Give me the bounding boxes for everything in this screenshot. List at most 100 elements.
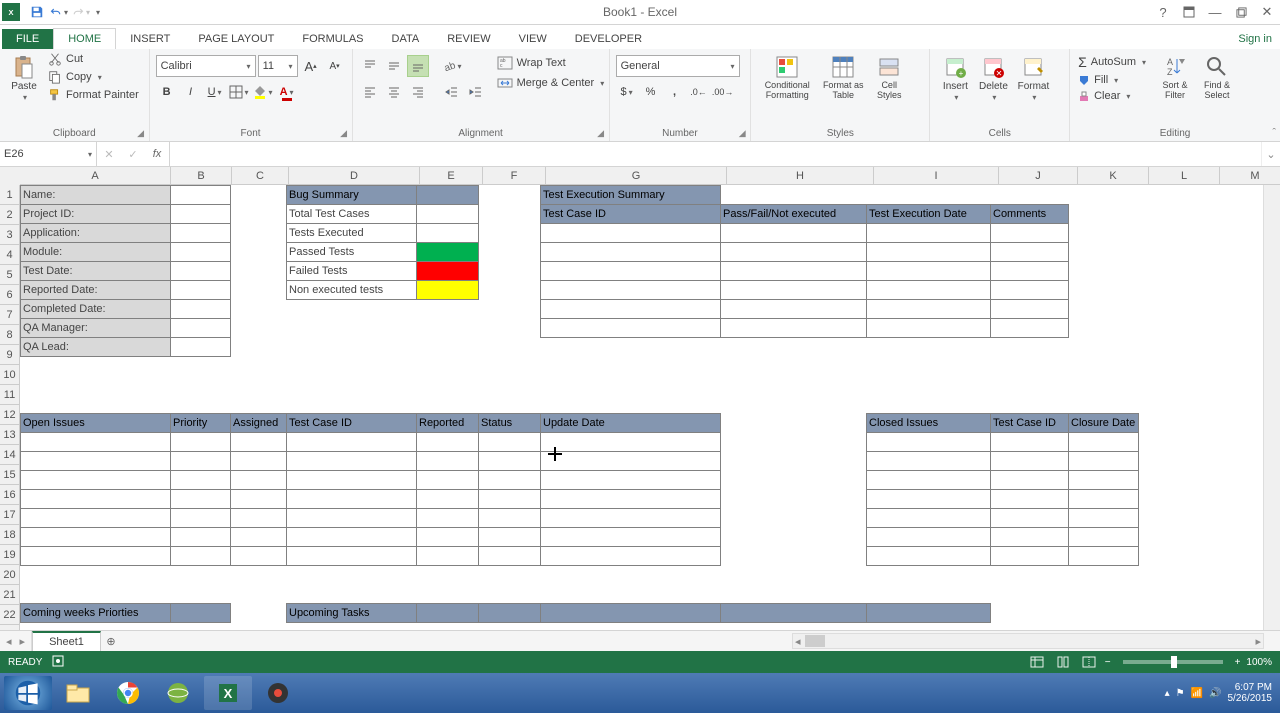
open-issues-cell[interactable] <box>540 451 721 471</box>
upcoming-tasks-header[interactable]: Upcoming Tasks <box>286 603 417 623</box>
conditional-formatting-button[interactable]: Conditional Formatting <box>757 51 817 101</box>
row-header-5[interactable]: 5 <box>0 265 20 285</box>
test-exec-cell[interactable] <box>720 261 867 281</box>
shrink-font-icon[interactable]: A▾ <box>324 55 346 77</box>
enter-formula-icon[interactable]: ✓ <box>121 148 145 161</box>
info-value[interactable] <box>170 185 231 205</box>
closed-issues-cell[interactable] <box>1068 470 1139 490</box>
maximize-icon[interactable] <box>1228 2 1254 22</box>
font-size-combo[interactable]: 11▾ <box>258 55 298 77</box>
col-header-K[interactable]: K <box>1078 167 1149 185</box>
bug-row-label[interactable]: Total Test Cases <box>286 204 417 224</box>
info-value[interactable] <box>170 223 231 243</box>
col-header-J[interactable]: J <box>999 167 1078 185</box>
minimize-icon[interactable]: — <box>1202 2 1228 22</box>
closed-issues-cell[interactable] <box>1068 451 1139 471</box>
test-exec-cell[interactable] <box>866 223 991 243</box>
open-issues-cell[interactable] <box>286 451 417 471</box>
closed-issues-cell[interactable] <box>1068 489 1139 509</box>
open-issues-cell[interactable] <box>478 546 541 566</box>
closed-issues-cell[interactable] <box>990 432 1069 452</box>
row-header-21[interactable]: 21 <box>0 585 20 605</box>
open-issues-header[interactable]: Update Date <box>540 413 721 433</box>
test-exec-header[interactable]: Comments <box>990 204 1069 224</box>
redo-icon[interactable]: ▾ <box>72 3 90 21</box>
closed-issues-cell[interactable] <box>866 489 991 509</box>
open-issues-header[interactable]: Test Case ID <box>286 413 417 433</box>
info-label[interactable]: Completed Date: <box>20 299 171 319</box>
open-issues-cell[interactable] <box>170 546 231 566</box>
test-exec-cell[interactable] <box>990 223 1069 243</box>
help-icon[interactable]: ? <box>1150 2 1176 22</box>
coming-weeks-header[interactable]: Coming weeks Priorties <box>20 603 171 623</box>
closed-issues-cell[interactable] <box>1068 432 1139 452</box>
tab-formulas[interactable]: FORMULAS <box>288 29 377 49</box>
name-box[interactable]: E26▾ <box>0 142 97 166</box>
column-headers[interactable]: ABCDEFGHIJKLM <box>20 167 1280 185</box>
sheet-nav-buttons[interactable]: ◂▸ <box>0 631 32 651</box>
decrease-decimal-icon[interactable]: .00→ <box>712 81 734 103</box>
info-value[interactable] <box>170 318 231 338</box>
open-issues-cell[interactable] <box>416 451 479 471</box>
cut-button[interactable]: Cut <box>46 51 141 67</box>
taskbar-chrome-icon[interactable] <box>104 676 152 710</box>
open-issues-header[interactable]: Reported <box>416 413 479 433</box>
number-launcher-icon[interactable]: ◢ <box>736 127 748 139</box>
alignment-launcher-icon[interactable]: ◢ <box>595 127 607 139</box>
align-right-icon[interactable] <box>407 81 429 103</box>
closed-issues-cell[interactable] <box>866 470 991 490</box>
upcoming-tasks-col[interactable] <box>478 603 541 623</box>
col-header-D[interactable]: D <box>289 167 420 185</box>
row-headers[interactable]: 123456789101112131415161718192021222324 <box>0 185 20 630</box>
open-issues-cell[interactable] <box>20 470 171 490</box>
open-issues-cell[interactable] <box>478 451 541 471</box>
sheet-tab-active[interactable]: Sheet1 <box>32 631 101 651</box>
col-header-L[interactable]: L <box>1149 167 1220 185</box>
italic-button[interactable]: I <box>180 81 202 103</box>
test-exec-cell[interactable] <box>866 318 991 338</box>
test-exec-cell[interactable] <box>990 299 1069 319</box>
sort-filter-button[interactable]: AZSort & Filter <box>1154 51 1196 101</box>
tab-review[interactable]: REVIEW <box>433 29 504 49</box>
tab-insert[interactable]: INSERT <box>116 29 184 49</box>
align-center-icon[interactable] <box>383 81 405 103</box>
tab-home[interactable]: HOME <box>53 28 116 49</box>
row-header-12[interactable]: 12 <box>0 405 20 425</box>
info-label[interactable]: QA Manager: <box>20 318 171 338</box>
select-all-corner[interactable] <box>0 167 21 186</box>
open-issues-header[interactable]: Status <box>478 413 541 433</box>
test-exec-cell[interactable] <box>720 242 867 262</box>
closed-issues-cell[interactable] <box>866 527 991 547</box>
clipboard-launcher-icon[interactable]: ◢ <box>135 127 147 139</box>
col-header-C[interactable]: C <box>232 167 289 185</box>
closed-issues-cell[interactable] <box>866 508 991 528</box>
sign-in-link[interactable]: Sign in <box>1230 29 1280 49</box>
open-issues-cell[interactable] <box>20 489 171 509</box>
col-header-M[interactable]: M <box>1220 167 1280 185</box>
underline-button[interactable]: U▾ <box>204 81 226 103</box>
open-issues-cell[interactable] <box>170 508 231 528</box>
format-as-table-button[interactable]: Format as Table <box>817 51 869 101</box>
undo-icon[interactable]: ▾ <box>50 3 68 21</box>
test-exec-cell[interactable] <box>540 223 721 243</box>
test-exec-cell[interactable] <box>866 299 991 319</box>
open-issues-cell[interactable] <box>540 527 721 547</box>
closed-issues-header[interactable]: Closed Issues <box>866 413 991 433</box>
open-issues-header[interactable]: Priority <box>170 413 231 433</box>
tray-action-center-icon[interactable]: ⚑ <box>1176 688 1185 699</box>
zoom-slider[interactable] <box>1123 660 1223 664</box>
open-issues-cell[interactable] <box>540 508 721 528</box>
test-exec-cell[interactable] <box>720 299 867 319</box>
row-header-6[interactable]: 6 <box>0 285 20 305</box>
upcoming-tasks-col[interactable] <box>866 603 991 623</box>
col-header-F[interactable]: F <box>483 167 546 185</box>
test-exec-header[interactable]: Test Execution Date <box>866 204 991 224</box>
font-color-button[interactable]: A▾ <box>276 81 298 103</box>
row-header-19[interactable]: 19 <box>0 545 20 565</box>
qat-customize-icon[interactable]: ▾ <box>96 8 100 17</box>
open-issues-cell[interactable] <box>230 432 287 452</box>
page-layout-view-icon[interactable] <box>1053 654 1073 670</box>
fill-button[interactable]: Fill▾ <box>1076 73 1148 87</box>
info-label[interactable]: QA Lead: <box>20 337 171 357</box>
paste-button[interactable]: Paste▾ <box>6 51 42 103</box>
